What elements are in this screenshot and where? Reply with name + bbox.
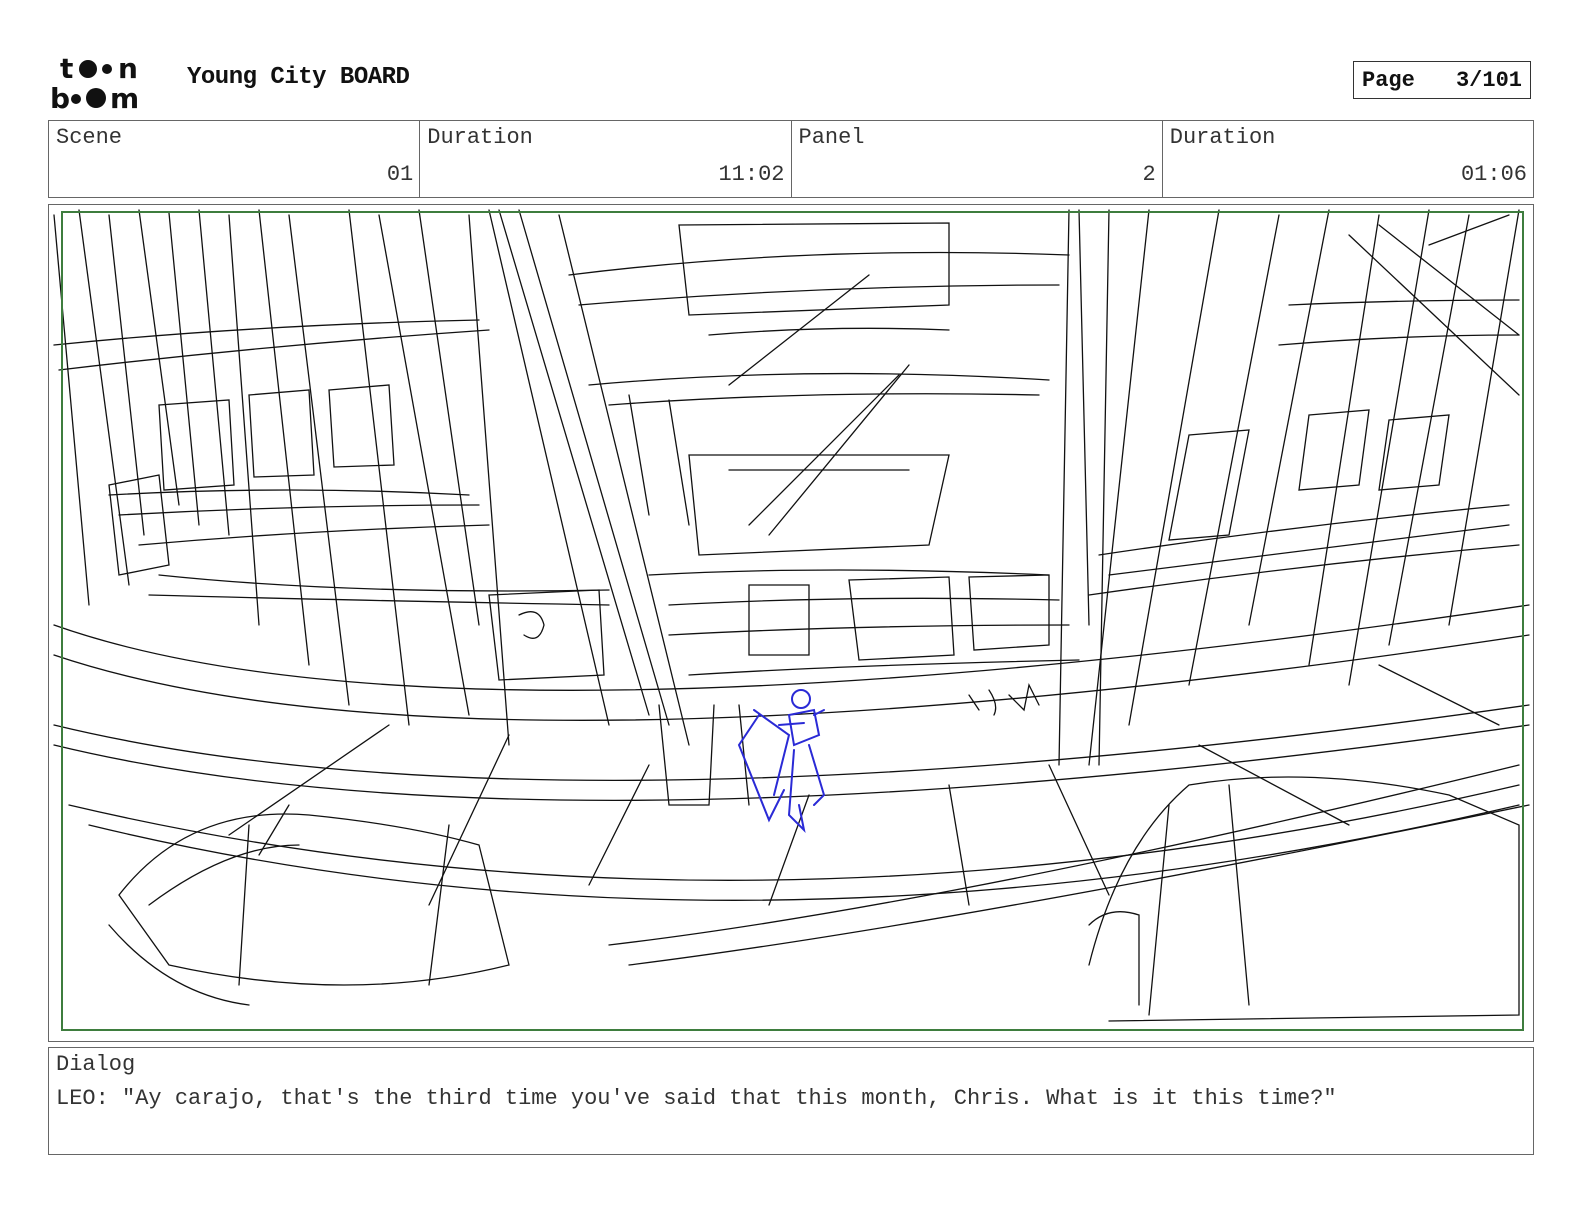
panel-duration-value: 01:06 <box>1460 162 1527 187</box>
scene-duration-cell: Duration 11:02 <box>420 121 792 197</box>
scene-duration-label: Duration <box>427 125 533 150</box>
panel-label: Panel <box>798 125 865 150</box>
toon-boom-logo: t n b m <box>50 52 139 112</box>
panel-value: 2 <box>1142 162 1156 187</box>
svg-text:n: n <box>118 52 138 85</box>
scene-value: 01 <box>386 162 414 187</box>
scene-label: Scene <box>56 125 123 150</box>
storyboard-panel <box>48 204 1534 1042</box>
page-indicator: Page 3/101 <box>1353 61 1531 99</box>
scene-cell: Scene 01 <box>49 121 421 197</box>
board-title: Young City BOARD <box>187 64 410 91</box>
svg-text:m: m <box>110 82 139 112</box>
scene-duration-value: 11:02 <box>718 162 785 187</box>
panel-cell: Panel 2 <box>792 121 1163 197</box>
svg-text:b: b <box>50 82 70 112</box>
panel-duration-label: Duration <box>1169 125 1276 150</box>
dialog-label: Dialog <box>56 1052 136 1077</box>
page-number: 3/101 <box>1455 67 1522 93</box>
svg-text:t: t <box>60 52 73 85</box>
dialog-text: LEO: "Ay carajo, that's the third time y… <box>56 1086 1337 1111</box>
page-label: Page <box>1362 67 1415 93</box>
panel-duration-cell: Duration 01:06 <box>1163 121 1533 197</box>
scene-info-row: Scene 01 Duration 11:02 Panel 2 Duration… <box>48 120 1534 198</box>
safe-area-frame <box>61 211 1524 1031</box>
dialog-box: Dialog LEO: "Ay carajo, that's the third… <box>48 1047 1534 1155</box>
